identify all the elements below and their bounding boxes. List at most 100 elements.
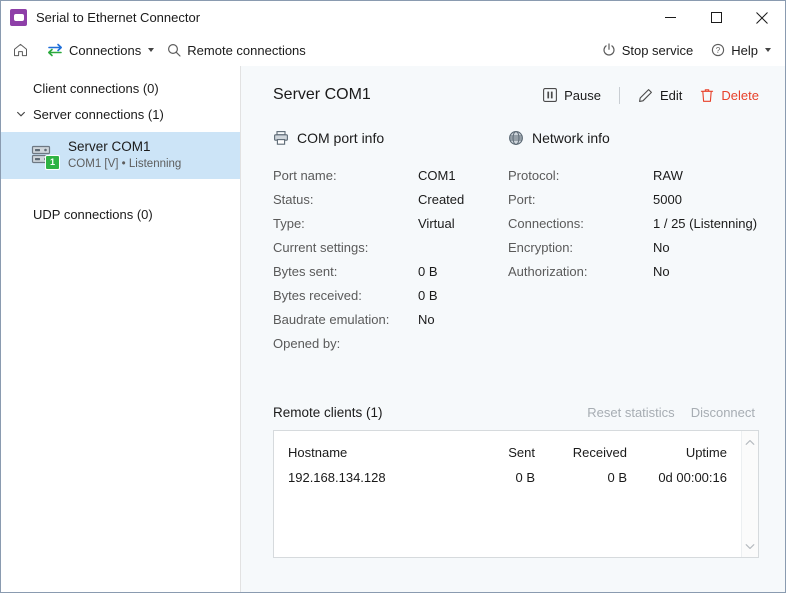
connection-count-badge: 1: [45, 154, 60, 170]
connections-menu[interactable]: Connections: [47, 34, 155, 66]
page-title: Server COM1: [273, 86, 371, 103]
table-scrollbar[interactable]: [741, 431, 758, 557]
sidebar-item-server-com1[interactable]: 1 Server COM1 COM1 [V] • Listenning: [1, 132, 240, 179]
row-value: RAW: [653, 167, 683, 183]
pause-button[interactable]: Pause: [543, 88, 601, 103]
row-value: No: [653, 263, 670, 279]
window-controls: [647, 1, 785, 34]
chevron-down-icon: [765, 48, 771, 52]
minimize-button[interactable]: [647, 1, 693, 34]
server-node-name: Server COM1: [68, 139, 151, 155]
transfer-arrows-icon: [47, 43, 63, 57]
com-port-info-section: COM port info Port name: COM1 Status: Crea…: [273, 130, 508, 355]
edit-button[interactable]: Edit: [638, 88, 682, 103]
close-button[interactable]: [739, 1, 785, 34]
server-node-text: Server COM1 COM1 [V] • Listenning: [68, 139, 181, 171]
disconnect-button[interactable]: Disconnect: [691, 405, 755, 420]
main-panel: Server COM1 Pause Edit Delete COM port i…: [241, 66, 785, 592]
cell-uptime: 0d 00:00:16: [658, 470, 727, 485]
search-icon: [167, 43, 181, 57]
info-row: Bytes sent: 0 B: [273, 259, 508, 283]
info-row: Baudrate emulation: No: [273, 307, 508, 331]
row-value: 0 B: [418, 287, 438, 303]
cell-sent: 0 B: [515, 470, 535, 485]
home-button[interactable]: [13, 34, 34, 66]
connections-label: Connections: [69, 42, 142, 58]
main-header: Server COM1 Pause Edit Delete: [273, 86, 759, 104]
column-header-uptime[interactable]: Uptime: [627, 445, 741, 460]
info-columns: COM port info Port name: COM1 Status: Crea…: [273, 130, 759, 355]
stop-service-button[interactable]: Stop service: [602, 34, 694, 66]
action-bar: Pause Edit Delete: [543, 86, 759, 104]
com-port-info-heading: COM port info: [297, 130, 385, 146]
row-label: Baudrate emulation:: [273, 311, 390, 327]
edit-label: Edit: [660, 87, 683, 103]
toolbar: Connections Remote connections Stop serv…: [1, 34, 785, 66]
table-rows: 192.168.134.128 0 B 0 B 0d 00:00:16: [288, 465, 741, 490]
reset-statistics-button[interactable]: Reset statistics: [587, 405, 674, 420]
scroll-up-icon[interactable]: [745, 435, 755, 449]
svg-text:?: ?: [716, 46, 721, 55]
info-row: Current settings:: [273, 235, 508, 259]
info-row: Protocol: RAW: [508, 163, 758, 187]
remote-connections-button[interactable]: Remote connections: [167, 34, 306, 66]
scroll-down-icon[interactable]: [745, 539, 755, 553]
chevron-down-icon[interactable]: [13, 109, 29, 119]
row-value: No: [653, 239, 670, 255]
row-value: No: [418, 311, 435, 327]
table-row[interactable]: 192.168.134.128 0 B 0 B 0d 00:00:16: [288, 465, 741, 490]
remote-clients-section: Remote clients (1) Reset statistics Disc…: [273, 405, 759, 558]
column-header-sent[interactable]: Sent: [453, 445, 535, 460]
sidebar-item-udp-connections[interactable]: UDP connections (0): [1, 201, 240, 227]
row-value: Created: [418, 191, 465, 207]
stop-service-label: Stop service: [621, 42, 694, 58]
sidebar-item-client-connections[interactable]: Client connections (0): [1, 75, 240, 101]
network-info-section: Network info Protocol: RAW Port: 5000 Conn…: [508, 130, 758, 355]
com-port-icon: [273, 130, 289, 146]
remote-clients-header: Remote clients (1) Reset statistics Disc…: [273, 405, 759, 420]
maximize-button[interactable]: [693, 1, 739, 34]
row-label: Opened by:: [273, 335, 341, 351]
app-window: Serial to Ethernet Connector Connections…: [0, 0, 786, 593]
row-value: 1 / 25 (Listenning): [653, 215, 758, 231]
power-icon: [602, 43, 616, 57]
pause-label: Pause: [564, 87, 602, 103]
window-title: Serial to Ethernet Connector: [36, 10, 201, 25]
info-row: Connections: 1 / 25 (Listenning): [508, 211, 758, 235]
row-label: Protocol:: [508, 167, 560, 183]
column-header-hostname[interactable]: Hostname: [288, 445, 453, 460]
globe-icon: [508, 130, 524, 146]
sidebar-item-server-connections[interactable]: Server connections (1): [1, 101, 240, 127]
info-row: Port name: COM1: [273, 163, 508, 187]
server-connections-label: Server connections (1): [33, 106, 164, 122]
info-row: Opened by:: [273, 331, 508, 355]
delete-button[interactable]: Delete: [700, 88, 759, 103]
table-header-row: Hostname Sent Received Uptime: [288, 440, 741, 465]
client-connections-label: Client connections (0): [33, 80, 159, 96]
content-area: Client connections (0) Server connection…: [1, 66, 785, 592]
table-row: Hostname Sent Received Uptime: [288, 440, 741, 465]
server-node-subtitle: COM1 [V] • Listenning: [68, 158, 182, 171]
help-menu[interactable]: ? Help: [711, 34, 771, 66]
remote-clients-links: Reset statistics Disconnect: [571, 405, 755, 420]
pause-icon: [543, 88, 558, 102]
row-label: Status:: [273, 191, 314, 207]
column-header-received[interactable]: Received: [535, 445, 627, 460]
row-label: Authorization:: [508, 263, 588, 279]
trash-icon: [700, 88, 714, 103]
chevron-down-icon: [148, 48, 155, 52]
sidebar: Client connections (0) Server connection…: [1, 66, 241, 592]
row-value: Virtual: [418, 215, 455, 231]
remote-connections-label: Remote connections: [187, 42, 306, 58]
network-info-heading: Network info: [532, 130, 610, 146]
row-label: Current settings:: [273, 239, 369, 255]
info-row: Encryption: No: [508, 235, 758, 259]
com-port-info-header: COM port info: [273, 130, 508, 146]
row-label: Type:: [273, 215, 305, 231]
com-port-info-rows: Port name: COM1 Status: Created Type: Virtu…: [273, 163, 508, 355]
remote-clients-title: Remote clients (1): [273, 405, 383, 420]
cell-received: 0 B: [607, 470, 627, 485]
row-label: Encryption:: [508, 239, 574, 255]
info-row: Type: Virtual: [273, 211, 508, 235]
